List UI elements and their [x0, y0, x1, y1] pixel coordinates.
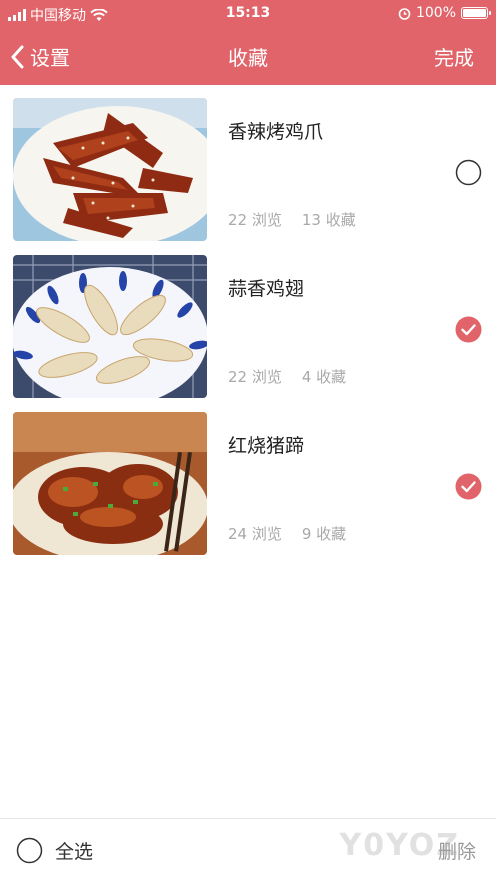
select-all-label: 全选: [55, 841, 94, 863]
battery-icon: [461, 7, 491, 19]
item-stats: 22 浏览 4 收藏: [228, 366, 346, 387]
status-bar: 中国移动 15:13 100%: [0, 0, 496, 28]
page-title: 收藏: [228, 46, 268, 70]
bottom-toolbar: 全选 删除: [0, 818, 496, 882]
battery-percent: 100%: [415, 5, 456, 21]
view-count: 22 浏览: [228, 368, 282, 386]
select-all-button[interactable]: 全选: [16, 837, 93, 864]
item-stats: 22 浏览 13 收藏: [228, 209, 356, 230]
list-item[interactable]: 红烧猪蹄 24 浏览 9 收藏: [0, 399, 496, 556]
item-name: 香辣烤鸡爪: [228, 121, 324, 143]
food-thumbnail: [13, 412, 207, 555]
status-right: 100%: [398, 5, 491, 21]
list-item[interactable]: 香辣烤鸡爪 22 浏览 13 收藏: [0, 85, 496, 242]
checked-circle-icon[interactable]: [455, 473, 482, 500]
food-thumbnail: [13, 255, 207, 398]
unchecked-circle-icon: [16, 837, 43, 864]
done-button[interactable]: 完成: [434, 42, 474, 71]
item-name: 红烧猪蹄: [228, 435, 305, 457]
delete-button[interactable]: 删除: [438, 837, 476, 864]
item-name: 蒜香鸡翅: [228, 278, 305, 300]
favorites-list: 香辣烤鸡爪 22 浏览 13 收藏 蒜香鸡翅 22 浏览 4 收藏 红烧猪蹄 2…: [0, 85, 496, 556]
favorite-count: 9 收藏: [301, 525, 347, 543]
item-stats: 24 浏览 9 收藏: [228, 523, 346, 544]
food-thumbnail: [13, 98, 207, 241]
list-item[interactable]: 蒜香鸡翅 22 浏览 4 收藏: [0, 242, 496, 399]
favorite-count: 13 收藏: [301, 211, 356, 229]
alarm-icon: [398, 7, 411, 20]
nav-bar: 设置 收藏 完成: [0, 28, 496, 85]
view-count: 22 浏览: [228, 211, 282, 229]
unchecked-circle-icon[interactable]: [455, 159, 482, 186]
checked-circle-icon[interactable]: [455, 316, 482, 343]
app-header: 中国移动 15:13 100% 设置 收藏 完成: [0, 0, 496, 85]
view-count: 24 浏览: [228, 525, 282, 543]
favorite-count: 4 收藏: [301, 368, 347, 386]
